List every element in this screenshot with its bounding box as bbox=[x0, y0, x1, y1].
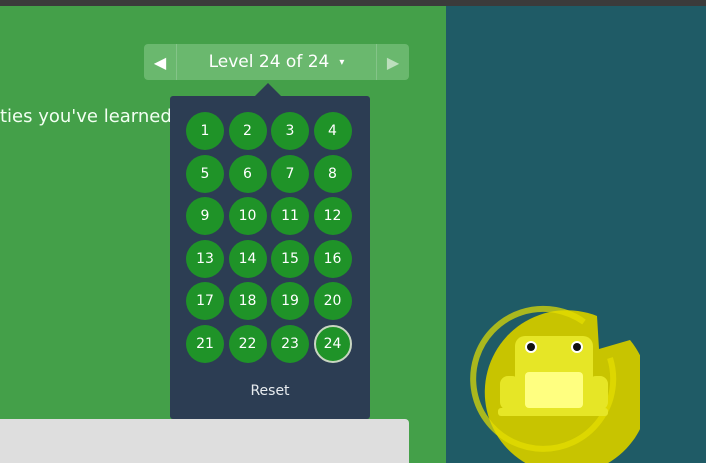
level-button-5[interactable]: 5 bbox=[186, 154, 224, 193]
dropdown-caret-icon: ▾ bbox=[339, 56, 345, 68]
level-button-17[interactable]: 17 bbox=[186, 282, 224, 320]
level-button-7[interactable]: 7 bbox=[271, 154, 309, 193]
level-button-23[interactable]: 23 bbox=[271, 324, 309, 363]
code-editor-area[interactable] bbox=[0, 419, 409, 463]
popup-pointer bbox=[254, 83, 282, 97]
level-grid: 1 2 3 4 5 6 7 8 9 10 11 12 13 14 15 16 17 18 19 20 21 22 23 24 bbox=[186, 112, 358, 363]
level-button-18[interactable]: 18 bbox=[228, 282, 267, 320]
level-navigation: ◀ Level 24 of 24 ▾ ▶ bbox=[144, 44, 409, 80]
chevron-left-icon: ◀ bbox=[153, 52, 167, 72]
instructions-text: ties you've learned: bbox=[0, 106, 178, 127]
level-button-8[interactable]: 8 bbox=[313, 154, 352, 193]
next-level-button[interactable]: ▶ bbox=[376, 44, 409, 80]
level-button-21[interactable]: 21 bbox=[186, 324, 224, 363]
reset-button[interactable]: Reset bbox=[170, 383, 370, 399]
level-button-9[interactable]: 9 bbox=[186, 197, 224, 235]
level-button-6[interactable]: 6 bbox=[228, 154, 267, 193]
level-button-14[interactable]: 14 bbox=[228, 239, 267, 278]
level-button-16[interactable]: 16 bbox=[313, 239, 352, 278]
frog-lilypad bbox=[470, 305, 640, 463]
level-label: Level 24 of 24 bbox=[208, 52, 330, 72]
chevron-right-icon: ▶ bbox=[386, 52, 400, 72]
level-selector-popup: 1 2 3 4 5 6 7 8 9 10 11 12 13 14 15 16 17 18 19 20 21 22 23 24 … bbox=[170, 96, 370, 419]
previous-level-button[interactable]: ◀ bbox=[144, 44, 177, 80]
level-button-11[interactable]: 11 bbox=[271, 197, 309, 235]
level-button-19[interactable]: 19 bbox=[271, 282, 309, 320]
level-button-3[interactable]: 3 bbox=[271, 112, 309, 150]
level-button-1[interactable]: 1 bbox=[186, 112, 224, 150]
level-button-13[interactable]: 13 bbox=[186, 239, 224, 278]
level-indicator[interactable]: Level 24 of 24 ▾ bbox=[176, 44, 377, 80]
level-button-10[interactable]: 10 bbox=[228, 197, 267, 235]
level-button-4[interactable]: 4 bbox=[313, 112, 352, 150]
level-button-2[interactable]: 2 bbox=[228, 112, 267, 150]
level-button-24[interactable]: 24 bbox=[313, 324, 352, 363]
level-button-22[interactable]: 22 bbox=[228, 324, 267, 363]
level-button-15[interactable]: 15 bbox=[271, 239, 309, 278]
level-button-12[interactable]: 12 bbox=[313, 197, 352, 235]
level-button-20[interactable]: 20 bbox=[313, 282, 352, 320]
